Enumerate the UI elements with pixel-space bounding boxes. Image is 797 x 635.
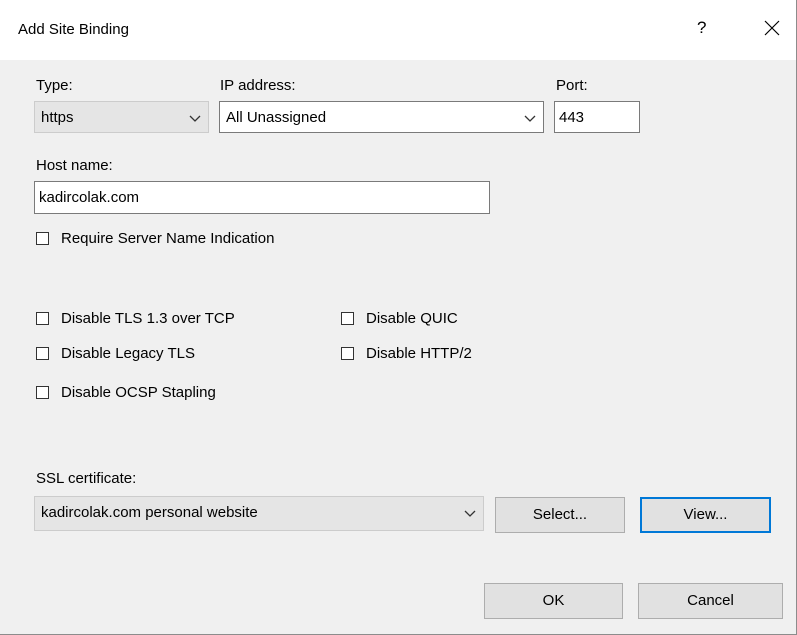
disable-ocsp-checkbox[interactable] bbox=[36, 386, 49, 399]
host-name-label: Host name: bbox=[36, 157, 113, 174]
disable-legacy-tls-label: Disable Legacy TLS bbox=[61, 345, 195, 362]
host-name-input[interactable]: kadircolak.com bbox=[34, 181, 490, 214]
disable-ocsp-label: Disable OCSP Stapling bbox=[61, 384, 216, 401]
ip-address-value: All Unassigned bbox=[226, 109, 327, 126]
add-site-binding-dialog: Add Site Binding ? Type: https IP addres… bbox=[0, 0, 797, 635]
port-input[interactable]: 443 bbox=[554, 101, 640, 133]
ok-button[interactable]: OK bbox=[484, 583, 623, 619]
ok-label: OK bbox=[542, 592, 565, 609]
ip-address-select[interactable]: All Unassigned bbox=[219, 101, 544, 133]
port-value: 443 bbox=[559, 109, 585, 126]
help-button[interactable]: ? bbox=[697, 18, 706, 38]
close-icon bbox=[764, 20, 780, 36]
close-button[interactable] bbox=[757, 10, 787, 44]
disable-ocsp-checkbox-row[interactable]: Disable OCSP Stapling bbox=[36, 384, 256, 404]
view-certificate-button[interactable]: View... bbox=[640, 497, 771, 533]
ssl-certificate-select[interactable]: kadircolak.com personal website bbox=[34, 496, 484, 531]
type-select[interactable]: https bbox=[34, 101, 209, 133]
require-sni-label: Require Server Name Indication bbox=[61, 230, 275, 247]
cancel-button[interactable]: Cancel bbox=[638, 583, 783, 619]
view-certificate-label: View... bbox=[683, 506, 728, 523]
type-label: Type: bbox=[36, 77, 73, 94]
disable-http2-checkbox-row[interactable]: Disable HTTP/2 bbox=[341, 345, 501, 365]
disable-quic-label: Disable QUIC bbox=[366, 310, 458, 327]
disable-quic-checkbox[interactable] bbox=[341, 312, 354, 325]
disable-tls13-label: Disable TLS 1.3 over TCP bbox=[61, 310, 235, 327]
port-label: Port: bbox=[556, 77, 588, 94]
ip-address-label: IP address: bbox=[220, 77, 296, 94]
disable-legacy-tls-checkbox-row[interactable]: Disable Legacy TLS bbox=[36, 345, 236, 365]
ssl-certificate-value: kadircolak.com personal website bbox=[41, 504, 258, 521]
title-bar: Add Site Binding ? bbox=[0, 0, 796, 60]
type-value: https bbox=[41, 109, 74, 126]
require-sni-checkbox-row[interactable]: Require Server Name Indication bbox=[36, 230, 336, 250]
chevron-down-icon bbox=[524, 115, 536, 122]
dialog-title: Add Site Binding bbox=[18, 21, 129, 38]
require-sni-checkbox[interactable] bbox=[36, 232, 49, 245]
ssl-certificate-label: SSL certificate: bbox=[36, 470, 137, 487]
chevron-down-icon bbox=[464, 510, 476, 517]
select-certificate-label: Select... bbox=[532, 506, 588, 523]
cancel-label: Cancel bbox=[687, 592, 734, 609]
disable-tls13-checkbox-row[interactable]: Disable TLS 1.3 over TCP bbox=[36, 310, 276, 330]
disable-legacy-tls-checkbox[interactable] bbox=[36, 347, 49, 360]
disable-http2-label: Disable HTTP/2 bbox=[366, 345, 472, 362]
select-certificate-button[interactable]: Select... bbox=[495, 497, 625, 533]
disable-http2-checkbox[interactable] bbox=[341, 347, 354, 360]
disable-quic-checkbox-row[interactable]: Disable QUIC bbox=[341, 310, 491, 330]
chevron-down-icon bbox=[189, 115, 201, 122]
host-name-value: kadircolak.com bbox=[39, 189, 140, 206]
disable-tls13-checkbox[interactable] bbox=[36, 312, 49, 325]
